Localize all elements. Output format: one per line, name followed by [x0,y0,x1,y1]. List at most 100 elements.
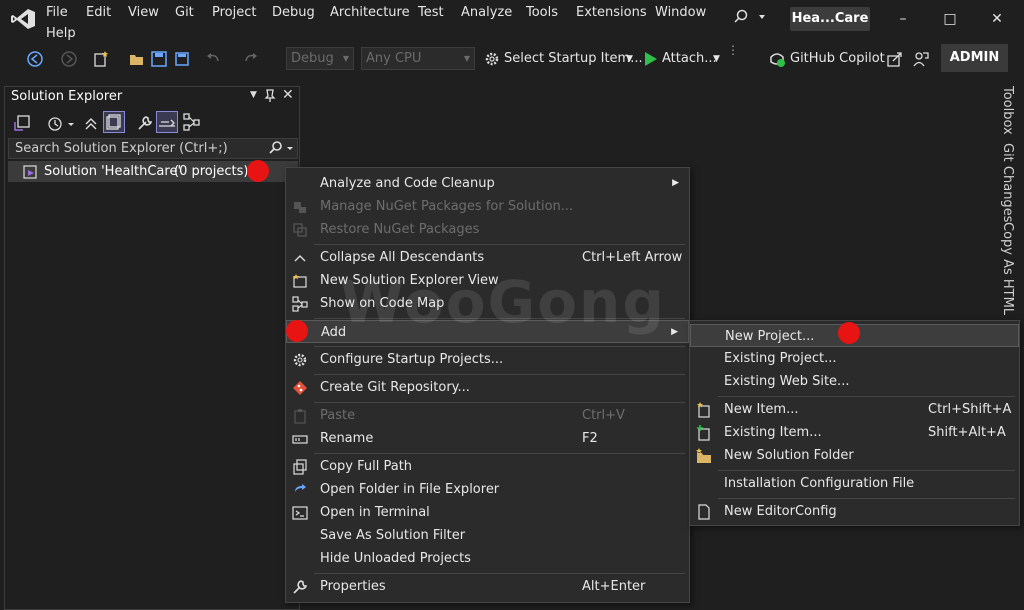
existing-item-icon [697,425,710,441]
forward-icon[interactable] [60,50,78,68]
menu-project[interactable]: Project [212,5,256,21]
pending-changes-filter-icon[interactable] [46,114,76,132]
undo-icon[interactable] [204,50,222,68]
menu-file[interactable]: File [46,5,68,21]
close-window-button[interactable]: ✕ [974,6,1020,32]
collapse-all-icon[interactable] [83,114,99,132]
new-item-icon [697,402,710,418]
solution-explorer-title: Solution Explorer [11,89,123,104]
chevron-down-icon[interactable]: ▼ [626,54,633,64]
menu-analyze[interactable]: Analyze [461,5,512,21]
menu-separator [314,402,685,403]
submenu-existing-project[interactable]: Existing Project... [690,347,1019,370]
menu-save-as-solution-filter[interactable]: Save As Solution Filter [286,524,689,547]
menu-separator [314,573,685,574]
menu-analyze-code-cleanup[interactable]: Analyze and Code Cleanup ▶ [286,172,689,195]
search-icon[interactable] [733,9,767,25]
code-map-icon [292,296,308,312]
menu-open-folder-file-explorer[interactable]: Open Folder in File Explorer [286,478,689,501]
rename-icon [292,435,308,444]
solution-configuration-dropdown[interactable]: Debug ▼ [286,47,354,70]
close-icon[interactable]: ✕ [282,87,294,103]
menu-item-label: Installation Configuration File [724,476,915,491]
open-folder-icon [295,484,306,492]
menu-separator [718,470,1015,471]
menu-shortcut: Shift+Alt+A [928,425,1006,440]
menu-git[interactable]: Git [175,5,194,21]
menu-window[interactable]: Window [655,5,706,21]
redo-icon[interactable] [242,50,260,68]
share-icon[interactable] [886,50,904,68]
project-count: (0 projects) [174,164,249,179]
folder-icon [696,448,711,463]
save-icon[interactable] [150,50,168,68]
menu-properties[interactable]: Properties Alt+Enter [286,575,689,598]
chevron-down-icon: ▼ [342,54,349,63]
select-startup-item-button[interactable]: Select Startup Item... [504,51,643,66]
menu-copy-full-path[interactable]: Copy Full Path [286,455,689,478]
step-marker-2 [286,320,308,342]
pin-icon[interactable] [264,89,276,103]
solution-platform-dropdown[interactable]: Any CPU ▼ [361,47,475,70]
menu-debug[interactable]: Debug [272,5,315,21]
code-map-icon[interactable] [183,113,201,131]
maximize-button[interactable]: □ [927,6,973,32]
window-position-icon[interactable]: ▼ [250,90,257,100]
solution-explorer-search-input[interactable]: Search Solution Explorer (Ctrl+;) [8,138,298,159]
menu-tools[interactable]: Tools [526,5,558,21]
menu-architecture[interactable]: Architecture [330,5,410,21]
chevron-down-icon[interactable]: ▼ [713,54,720,64]
toolbar-overflow-icon[interactable]: ⋮ [727,44,739,56]
git-changes-tab[interactable]: Git Changes [1000,143,1015,222]
menu-item-label: Manage NuGet Packages for Solution... [320,199,574,214]
menu-shortcut: Ctrl+Shift+A [928,402,1012,417]
submenu-existing-item[interactable]: Existing Item... Shift+Alt+A [690,421,1019,444]
minimize-button[interactable]: – [880,6,926,32]
menu-collapse-all-descendants[interactable]: Collapse All Descendants Ctrl+Left Arrow [286,246,689,269]
open-file-icon[interactable] [128,50,146,68]
menu-item-label: Properties [320,579,386,594]
save-all-icon[interactable] [173,50,191,68]
play-icon[interactable] [642,50,660,68]
back-icon[interactable] [26,50,44,68]
menu-view[interactable]: View [128,5,159,21]
menu-hide-unloaded-projects[interactable]: Hide Unloaded Projects [286,547,689,570]
show-all-files-icon[interactable] [103,111,125,133]
menu-manage-nuget[interactable]: Manage NuGet Packages for Solution... [286,195,689,218]
menu-paste[interactable]: Paste Ctrl+V [286,404,689,427]
submenu-installation-configuration-file[interactable]: Installation Configuration File [690,472,1019,495]
copy-icon [293,459,307,475]
menu-create-git-repository[interactable]: Create Git Repository... [286,376,689,399]
submenu-new-solution-folder[interactable]: New Solution Folder [690,444,1019,467]
menu-item-label: Open in Terminal [320,505,430,520]
menu-configure-startup-projects[interactable]: Configure Startup Projects... [286,348,689,371]
menu-shortcut: Alt+Enter [582,579,646,594]
menu-rename[interactable]: Rename F2 [286,427,689,450]
submenu-existing-web-site[interactable]: Existing Web Site... [690,370,1019,393]
properties-wrench-icon[interactable] [136,114,154,132]
copy-as-html-tab[interactable]: Copy As HTML [1000,222,1015,315]
new-project-icon[interactable] [92,50,110,68]
menu-item-label: Create Git Repository... [320,380,470,395]
menu-help[interactable]: Help [46,26,76,42]
submenu-arrow-icon: ▶ [671,327,678,337]
github-copilot-button[interactable]: GitHub Copilot [790,51,885,66]
toolbox-tab[interactable]: Toolbox [1000,86,1015,135]
menu-extensions[interactable]: Extensions [576,5,647,21]
menu-restore-nuget[interactable]: Restore NuGet Packages [286,218,689,241]
menu-open-in-terminal[interactable]: Open in Terminal [286,501,689,524]
menu-edit[interactable]: Edit [86,5,111,21]
feedback-icon[interactable] [912,50,930,68]
submenu-new-item[interactable]: New Item... Ctrl+Shift+A [690,398,1019,421]
attach-button[interactable]: Attach... [662,51,717,66]
menu-shortcut: F2 [582,431,598,446]
preview-selected-items-icon[interactable] [156,111,178,133]
menu-test[interactable]: Test [418,5,444,21]
switch-views-icon[interactable] [13,114,31,132]
admin-badge[interactable]: ADMIN [941,44,1008,72]
submenu-new-editorconfig[interactable]: New EditorConfig [690,500,1019,523]
menu-item-label: Save As Solution Filter [320,528,466,543]
search-options-icon[interactable] [268,140,294,156]
menu-item-label: Existing Project... [724,351,837,366]
gear-icon [485,52,499,66]
